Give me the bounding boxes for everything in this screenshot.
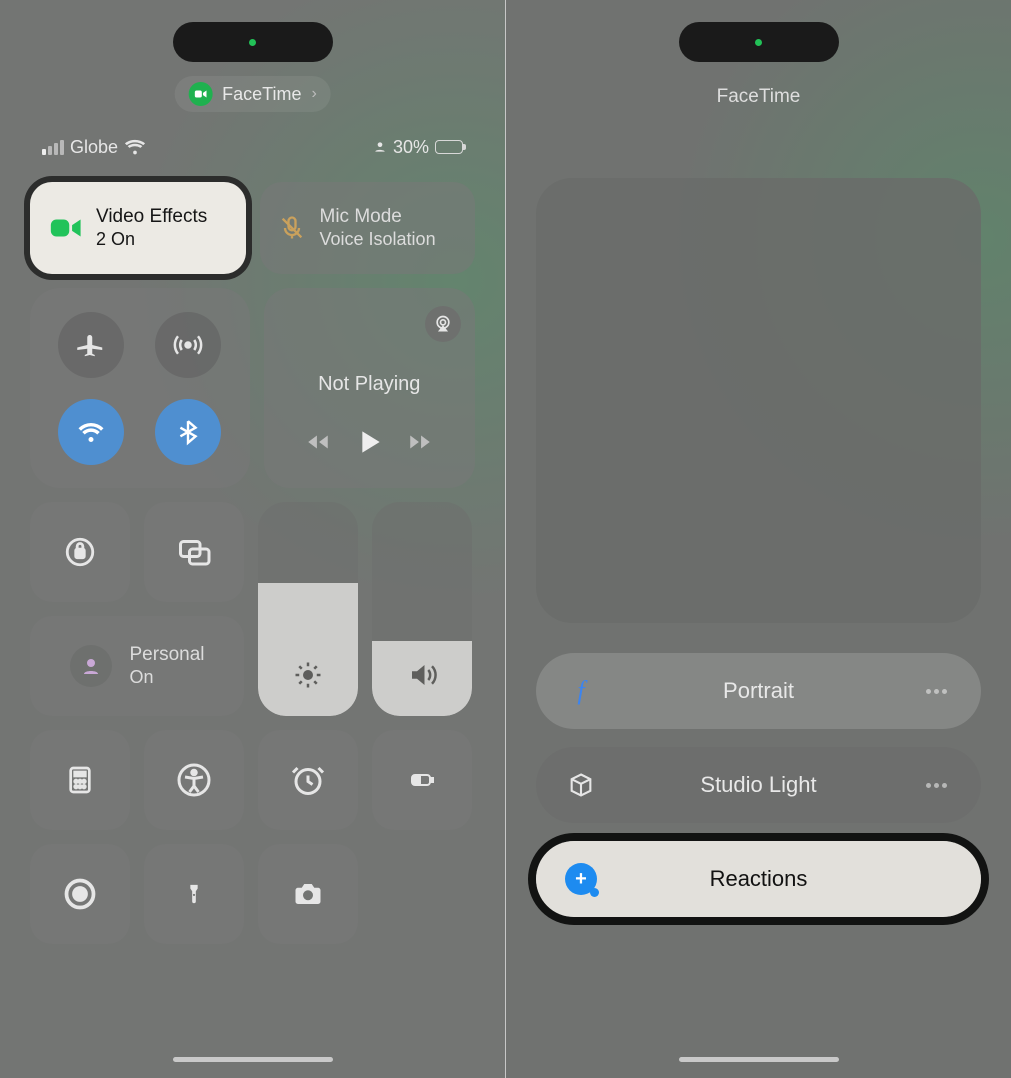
- airplane-mode-button[interactable]: [58, 312, 124, 378]
- brightness-slider[interactable]: [258, 502, 358, 716]
- reactions-icon: +: [564, 863, 598, 895]
- mic-mode-tile[interactable]: Mic Mode Voice Isolation: [260, 182, 476, 274]
- video-camera-icon: [48, 211, 82, 245]
- active-app-pill[interactable]: FaceTime ›: [174, 76, 331, 112]
- screen-record-button[interactable]: [30, 844, 130, 944]
- video-effects-subtitle: 2 On: [96, 229, 207, 251]
- airplay-button[interactable]: [425, 306, 461, 342]
- control-center-screen: FaceTime › Globe 30% Video Effects 2 On: [0, 0, 505, 1078]
- alarm-button[interactable]: [258, 730, 358, 830]
- prev-track-icon[interactable]: [305, 429, 331, 455]
- reactions-label: Reactions: [598, 866, 919, 892]
- control-center: Video Effects 2 On Mic Mode Voice Isolat…: [30, 182, 475, 958]
- focus-tile[interactable]: Personal On: [30, 616, 244, 716]
- connectivity-group: [30, 288, 250, 488]
- next-track-icon[interactable]: [407, 429, 433, 455]
- cube-icon: [564, 771, 598, 799]
- video-effects-screen: FaceTime f Portrait Studio Light + React…: [506, 0, 1011, 1078]
- facetime-icon: [188, 82, 212, 106]
- screen-title: FaceTime: [536, 86, 981, 108]
- mic-mode-subtitle: Voice Isolation: [320, 229, 436, 251]
- studio-light-label: Studio Light: [598, 772, 919, 798]
- low-power-button[interactable]: [372, 730, 472, 830]
- flashlight-button[interactable]: [144, 844, 244, 944]
- battery-percent: 30%: [393, 137, 429, 158]
- more-icon[interactable]: [919, 689, 953, 694]
- wifi-button[interactable]: [58, 399, 124, 465]
- cellular-data-button[interactable]: [155, 312, 221, 378]
- carrier-label: Globe: [70, 137, 118, 158]
- screen-mirroring-button[interactable]: [144, 502, 244, 602]
- video-effects-title: Video Effects: [96, 206, 207, 229]
- home-indicator[interactable]: [679, 1057, 839, 1062]
- status-bar: Globe 30%: [0, 136, 505, 158]
- dynamic-island[interactable]: [679, 22, 839, 62]
- sun-icon: [293, 660, 323, 690]
- mic-mode-title: Mic Mode: [320, 206, 436, 229]
- portrait-row[interactable]: f Portrait: [536, 653, 981, 729]
- camera-indicator-dot: [249, 39, 256, 46]
- accessibility-button[interactable]: [144, 730, 244, 830]
- person-avatar-icon: [70, 645, 112, 687]
- volume-slider[interactable]: [372, 502, 472, 716]
- home-indicator[interactable]: [173, 1057, 333, 1062]
- mic-off-icon: [278, 211, 306, 245]
- now-playing-tile[interactable]: Not Playing: [264, 288, 476, 488]
- portrait-f-icon: f: [564, 676, 598, 706]
- video-effects-tile[interactable]: Video Effects 2 On: [30, 182, 246, 274]
- bluetooth-button[interactable]: [155, 399, 221, 465]
- speaker-icon: [407, 660, 437, 690]
- camera-preview: [536, 178, 981, 623]
- person-icon: [373, 140, 387, 154]
- camera-button[interactable]: [258, 844, 358, 944]
- studio-light-row[interactable]: Studio Light: [536, 747, 981, 823]
- calculator-button[interactable]: [30, 730, 130, 830]
- battery-icon: [435, 140, 463, 154]
- focus-subtitle: On: [130, 667, 205, 689]
- orientation-lock-button[interactable]: [30, 502, 130, 602]
- cellular-signal-icon: [42, 140, 64, 155]
- more-icon[interactable]: [919, 783, 953, 788]
- chevron-right-icon: ›: [312, 85, 317, 103]
- wifi-icon: [124, 136, 146, 158]
- now-playing-title: Not Playing: [318, 373, 420, 396]
- reactions-row[interactable]: + Reactions: [536, 841, 981, 917]
- camera-indicator-dot: [755, 39, 762, 46]
- focus-title: Personal: [130, 644, 205, 667]
- play-icon[interactable]: [353, 426, 385, 458]
- portrait-label: Portrait: [598, 678, 919, 704]
- active-app-label: FaceTime: [222, 84, 301, 105]
- dynamic-island[interactable]: [173, 22, 333, 62]
